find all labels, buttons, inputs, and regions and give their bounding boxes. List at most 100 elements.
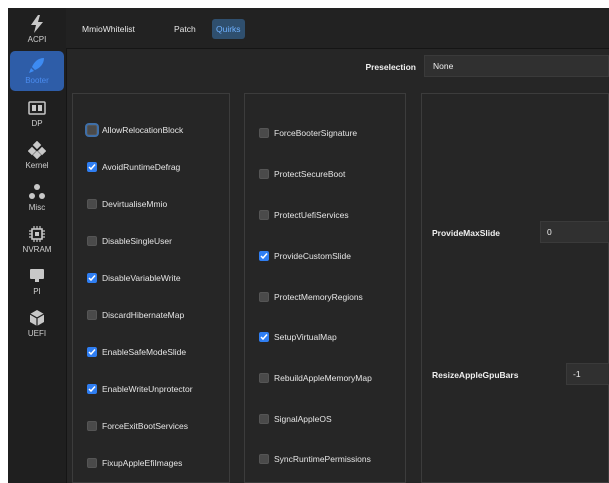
checkbox[interactable] [87,273,97,283]
checkbox[interactable] [259,251,269,261]
quirk-label: EnableSafeModeSlide [102,347,187,357]
provide-max-slide-input[interactable]: 0 [540,221,609,243]
rocket-icon [27,55,47,75]
tab-patch[interactable]: Patch [170,19,200,39]
quirk-disablevariablewrite[interactable]: DisableVariableWrite [87,271,181,285]
quirk-avoidruntimedefrag[interactable]: AvoidRuntimeDefrag [87,160,180,174]
quirk-protectuefiservices[interactable]: ProtectUefiServices [259,208,349,222]
checkbox[interactable] [259,169,269,179]
checkbox[interactable] [87,162,97,172]
sidebar-item-label: Kernel [25,161,49,170]
quirk-label: ForceBooterSignature [274,128,358,138]
quirk-enablesafemodeslide[interactable]: EnableSafeModeSlide [87,345,186,359]
quirk-label: ProtectMemoryRegions [274,292,363,302]
quirk-label: RebuildAppleMemoryMap [274,373,372,383]
sidebar: ACPI Booter DP Kernel Misc NVRAM PI UEFI [8,8,67,483]
checkmark-icon [88,164,96,171]
checkbox[interactable] [259,414,269,424]
checkbox[interactable] [259,292,269,302]
quirk-label: SignalAppleOS [274,414,332,424]
quirks-panel-left: AllowRelocationBlock AvoidRuntimeDefrag … [72,93,230,483]
quirk-protectmemoryregions[interactable]: ProtectMemoryRegions [259,290,363,304]
quirk-label: ProtectSecureBoot [274,169,346,179]
sidebar-item-label: DP [31,119,43,128]
tab-quirks[interactable]: Quirks [212,19,245,39]
sidebar-item-label: NVRAM [22,245,52,254]
quirk-label: DiscardHibernateMap [102,310,185,320]
quirk-label: ProtectUefiServices [274,210,349,220]
monitor-icon [27,266,47,286]
quirk-fixupappleefiimages[interactable]: FixupAppleEfiImages [87,456,182,470]
sidebar-item-misc[interactable]: Misc [10,178,64,218]
quirk-forceexitbootservices[interactable]: ForceExitBootServices [87,419,188,433]
quirk-label: EnableWriteUnprotector [102,384,193,394]
checkbox[interactable] [259,128,269,138]
quirk-signalappleos[interactable]: SignalAppleOS [259,412,332,426]
checkbox[interactable] [259,210,269,220]
quirk-protectsecureboot[interactable]: ProtectSecureBoot [259,167,345,181]
preselection-select[interactable]: None [424,55,609,77]
checkbox[interactable] [259,332,269,342]
sidebar-item-uefi[interactable]: UEFI [10,304,64,344]
resize-apple-gpu-bars-input[interactable]: -1 [566,363,609,385]
sidebar-item-pi[interactable]: PI [10,262,64,302]
tab-bar: MmioWhitelist Patch Quirks [66,8,609,49]
provide-max-slide-label: ProvideMaxSlide [432,228,501,238]
checkbox[interactable] [259,373,269,383]
tab-mmiowhitelist[interactable]: MmioWhitelist [78,19,139,39]
quirk-label: SyncRuntimePermissions [274,454,371,464]
resize-apple-gpu-bars-label: ResizeAppleGpuBars [432,370,519,380]
misc-icon [27,182,47,202]
checkbox[interactable] [87,125,97,135]
quirk-allowrelocationblock[interactable]: AllowRelocationBlock [87,123,183,137]
quirk-label: AllowRelocationBlock [102,125,184,135]
checkbox[interactable] [87,384,97,394]
quirk-label: ProvideCustomSlide [274,251,352,261]
checkmark-icon [260,253,268,260]
lightning-icon [27,14,47,34]
checkbox[interactable] [87,199,97,209]
checkmark-icon [260,334,268,341]
quirk-providecustomslide[interactable]: ProvideCustomSlide [259,249,351,263]
quirks-panel-middle: ForceBooterSignature ProtectSecureBoot P… [244,93,406,483]
preselection-label: Preselection [365,62,416,72]
quirk-discardhibernatemap[interactable]: DiscardHibernateMap [87,308,184,322]
checkbox[interactable] [87,236,97,246]
checkbox[interactable] [87,421,97,431]
quirk-label: ForceExitBootServices [102,421,188,431]
quirk-setupvirtualmap[interactable]: SetupVirtualMap [259,330,337,344]
checkmark-icon [88,386,96,393]
checkbox[interactable] [87,310,97,320]
quirk-rebuildapplememorymap[interactable]: RebuildAppleMemoryMap [259,371,372,385]
checkbox[interactable] [87,458,97,468]
quirk-label: FixupAppleEfiImages [102,458,183,468]
app-window: ACPI Booter DP Kernel Misc NVRAM PI UEFI… [8,8,609,483]
kernel-icon [27,140,47,160]
checkmark-icon [88,275,96,282]
quirk-label: AvoidRuntimeDefrag [102,162,181,172]
quirk-enablewriteunprotector[interactable]: EnableWriteUnprotector [87,382,193,396]
quirks-panel-right: ProvideMaxSlide 0 ResizeAppleGpuBars -1 [421,93,609,483]
quirk-disablesingleuser[interactable]: DisableSingleUser [87,234,172,248]
quirk-devirtualisemmio[interactable]: DevirtualiseMmio [87,197,167,211]
quirk-label: SetupVirtualMap [274,332,337,342]
checkbox[interactable] [259,454,269,464]
sidebar-item-nvram[interactable]: NVRAM [10,220,64,260]
quirk-label: DevirtualiseMmio [102,199,168,209]
sidebar-item-acpi[interactable]: ACPI [10,10,64,50]
sidebar-item-kernel[interactable]: Kernel [10,136,64,176]
sidebar-item-label: ACPI [27,35,47,44]
sidebar-item-booter[interactable]: Booter [10,51,64,91]
chip-icon [27,224,47,244]
sidebar-item-dp[interactable]: DP [10,94,64,134]
quirk-forcebootersignature[interactable]: ForceBooterSignature [259,126,357,140]
device-properties-icon [27,98,47,118]
sidebar-item-label: PI [33,287,41,296]
quirk-label: DisableVariableWrite [102,273,181,283]
checkbox[interactable] [87,347,97,357]
sidebar-item-label: UEFI [27,329,47,338]
sidebar-item-label: Booter [25,76,49,85]
quirk-syncruntimepermissions[interactable]: SyncRuntimePermissions [259,452,371,466]
quirk-label: DisableSingleUser [102,236,172,246]
cube-icon [27,308,47,328]
